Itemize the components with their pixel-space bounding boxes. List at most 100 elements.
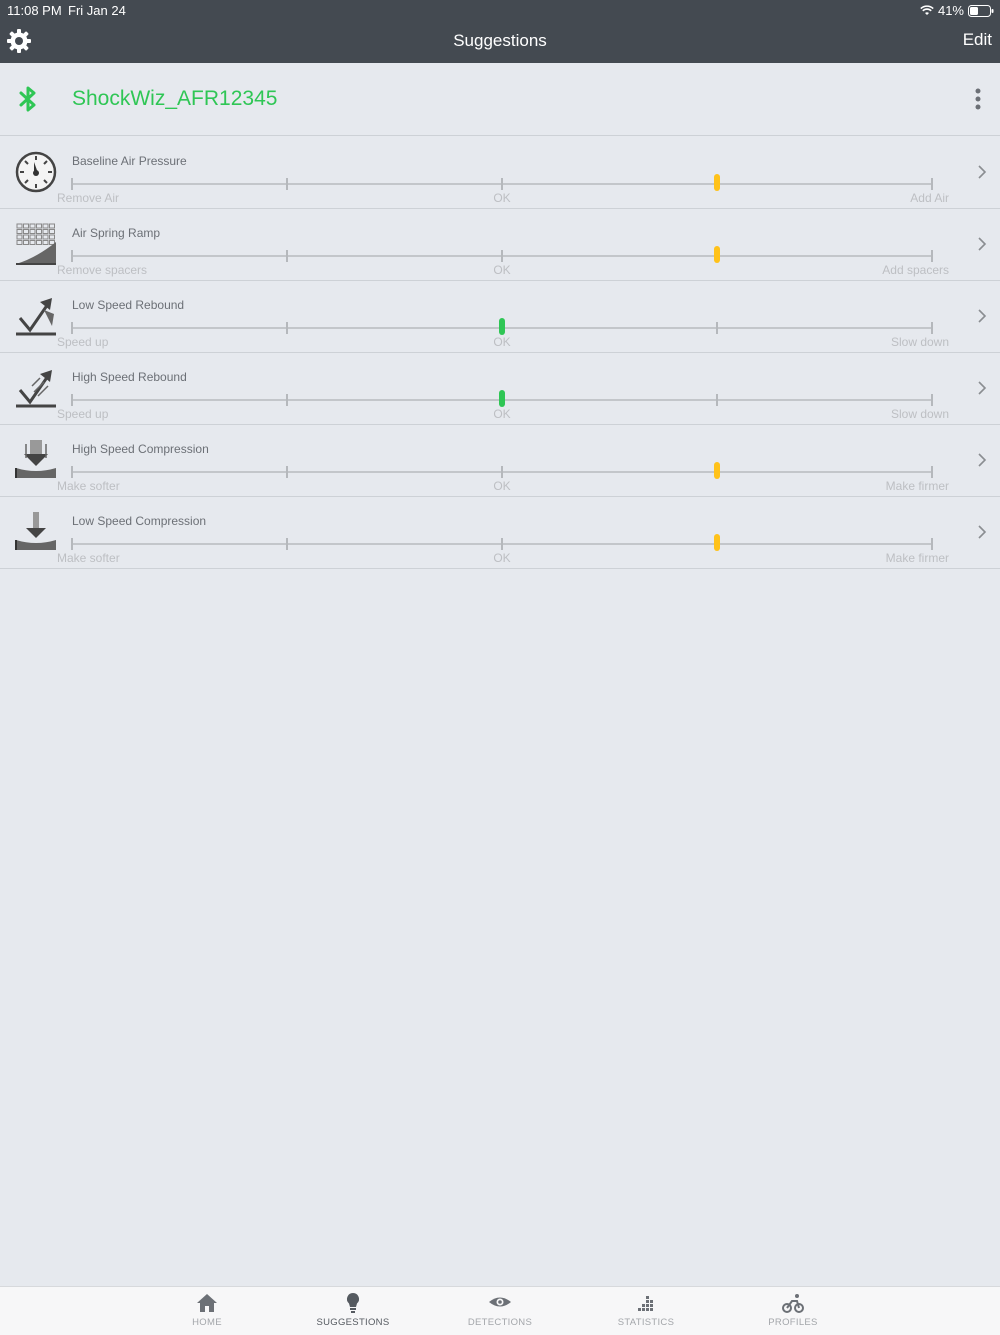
- more-options-icon[interactable]: [970, 87, 986, 113]
- suggestion-scale: [71, 174, 933, 191]
- tab-suggestions[interactable]: SUGGESTIONS: [293, 1287, 413, 1335]
- scale-tick: [71, 178, 73, 190]
- status-date: Fri Jan 24: [68, 3, 126, 18]
- scale-cap-left: Speed up: [57, 335, 109, 349]
- tab-bar: HOME SUGGESTIONS DETECTIONS STATISTICS P…: [0, 1286, 1000, 1335]
- edit-button[interactable]: Edit: [963, 30, 992, 50]
- suggestion-label: High Speed Compression: [72, 442, 209, 456]
- scale-cap-mid: OK: [493, 551, 511, 565]
- status-marker: [714, 462, 720, 479]
- scale-tick: [286, 250, 288, 262]
- status-marker: [499, 318, 505, 335]
- status-bar: 11:08 PM Fri Jan 24 41%: [0, 0, 1000, 20]
- tab-statistics[interactable]: STATISTICS: [586, 1287, 706, 1335]
- suggestion-scale: [71, 390, 933, 407]
- bar-chart-icon: [638, 1296, 653, 1311]
- chevron-right-icon[interactable]: [976, 236, 988, 252]
- scale-tick: [71, 466, 73, 478]
- scale-cap-mid: OK: [493, 479, 511, 493]
- high-speed-rebound-icon: [16, 370, 56, 408]
- tab-detections[interactable]: DETECTIONS: [440, 1287, 560, 1335]
- scale-tick: [501, 250, 503, 262]
- low-speed-compression-icon: [15, 512, 56, 550]
- chevron-right-icon[interactable]: [976, 164, 988, 180]
- scale-tick: [501, 538, 503, 550]
- tab-label: STATISTICS: [617, 1317, 675, 1328]
- status-time: 11:08 PM: [7, 3, 62, 18]
- scale-tick: [716, 394, 718, 406]
- tab-label: PROFILES: [768, 1317, 818, 1328]
- chevron-right-icon[interactable]: [976, 524, 988, 540]
- status-marker: [714, 246, 720, 263]
- home-icon: [197, 1294, 217, 1312]
- scale-cap-right: Slow down: [890, 335, 949, 349]
- spring-ramp-icon: [16, 223, 56, 265]
- battery-icon: [968, 4, 994, 17]
- status-marker: [714, 534, 720, 551]
- suggestion-row[interactable]: Baseline Air Pressure Remove Air OK Add Air: [0, 136, 1000, 209]
- scale-tick: [286, 538, 288, 550]
- scale-cap-right: Slow down: [890, 407, 949, 421]
- scale-cap-left: Speed up: [57, 407, 109, 421]
- scale-cap-left: Remove Air: [57, 191, 120, 205]
- suggestion-row[interactable]: Low Speed Compression Make softer OK Make f…: [0, 496, 1000, 569]
- scale-cap-left: Remove spacers: [57, 263, 148, 277]
- scale-cap-right: Add Air: [910, 191, 949, 205]
- scale-tick: [71, 394, 73, 406]
- bike-rider-icon: [782, 1294, 804, 1313]
- suggestion-row[interactable]: High Speed Compression Make softer OK Make …: [0, 424, 1000, 497]
- scale-tick: [71, 250, 73, 262]
- eye-icon: [489, 1297, 511, 1307]
- suggestion-scale: [71, 534, 933, 551]
- scale-cap-mid: OK: [493, 191, 511, 205]
- scale-tick: [716, 322, 718, 334]
- tab-label: DETECTIONS: [467, 1317, 533, 1328]
- suggestion-scale: [71, 462, 933, 479]
- suggestion-row[interactable]: Air Spring Ramp Remove spacers OK Add space…: [0, 208, 1000, 281]
- tab-home[interactable]: HOME: [147, 1287, 267, 1335]
- scale-tick: [286, 322, 288, 334]
- suggestion-scale: [71, 318, 933, 335]
- chevron-right-icon[interactable]: [976, 308, 988, 324]
- page-title: Suggestions: [453, 31, 547, 50]
- tab-label: SUGGESTIONS: [316, 1317, 390, 1328]
- navigation-bar: Suggestions Edit: [0, 20, 1000, 63]
- chevron-right-icon[interactable]: [976, 380, 988, 396]
- status-marker: [714, 174, 720, 191]
- scale-cap-mid: OK: [493, 263, 511, 277]
- suggestion-label: Low Speed Compression: [72, 514, 207, 528]
- scale-tick: [286, 178, 288, 190]
- scale-tick: [931, 394, 933, 406]
- scale-cap-mid: OK: [493, 335, 511, 349]
- low-speed-rebound-icon: [16, 298, 56, 336]
- scale-tick: [286, 466, 288, 478]
- battery-percent: 41%: [937, 3, 964, 18]
- scale-tick: [931, 178, 933, 190]
- high-speed-compression-icon: [15, 440, 56, 478]
- status-indicators: 41%: [920, 3, 994, 18]
- tab-label: HOME: [192, 1317, 222, 1328]
- suggestion-label: Air Spring Ramp: [72, 226, 161, 240]
- scale-cap-right: Add spacers: [882, 263, 949, 277]
- chevron-right-icon[interactable]: [976, 452, 988, 468]
- suggestion-label: Low Speed Rebound: [72, 298, 185, 312]
- scale-tick: [931, 538, 933, 550]
- wifi-icon: [920, 5, 934, 15]
- suggestion-row[interactable]: High Speed Rebound Speed up OK Slow down: [0, 352, 1000, 425]
- scale-tick: [501, 178, 503, 190]
- suggestion-row[interactable]: Low Speed Rebound Speed up OK Slow down: [0, 280, 1000, 353]
- scale-tick: [501, 466, 503, 478]
- suggestion-label: Baseline Air Pressure: [72, 154, 187, 168]
- scale-cap-left: Make softer: [57, 551, 120, 565]
- device-row[interactable]: ShockWiz_AFR12345: [0, 63, 1000, 136]
- scale-cap-right: Make firmer: [885, 479, 949, 493]
- suggestion-scale: [71, 246, 933, 263]
- scale-cap-left: Make softer: [57, 479, 120, 493]
- scale-tick: [71, 322, 73, 334]
- scale-tick: [931, 322, 933, 334]
- bluetooth-icon: [19, 86, 36, 112]
- tab-profiles[interactable]: PROFILES: [733, 1287, 853, 1335]
- lightbulb-icon: [346, 1292, 360, 1313]
- scale-tick: [931, 250, 933, 262]
- scale-cap-mid: OK: [493, 407, 511, 421]
